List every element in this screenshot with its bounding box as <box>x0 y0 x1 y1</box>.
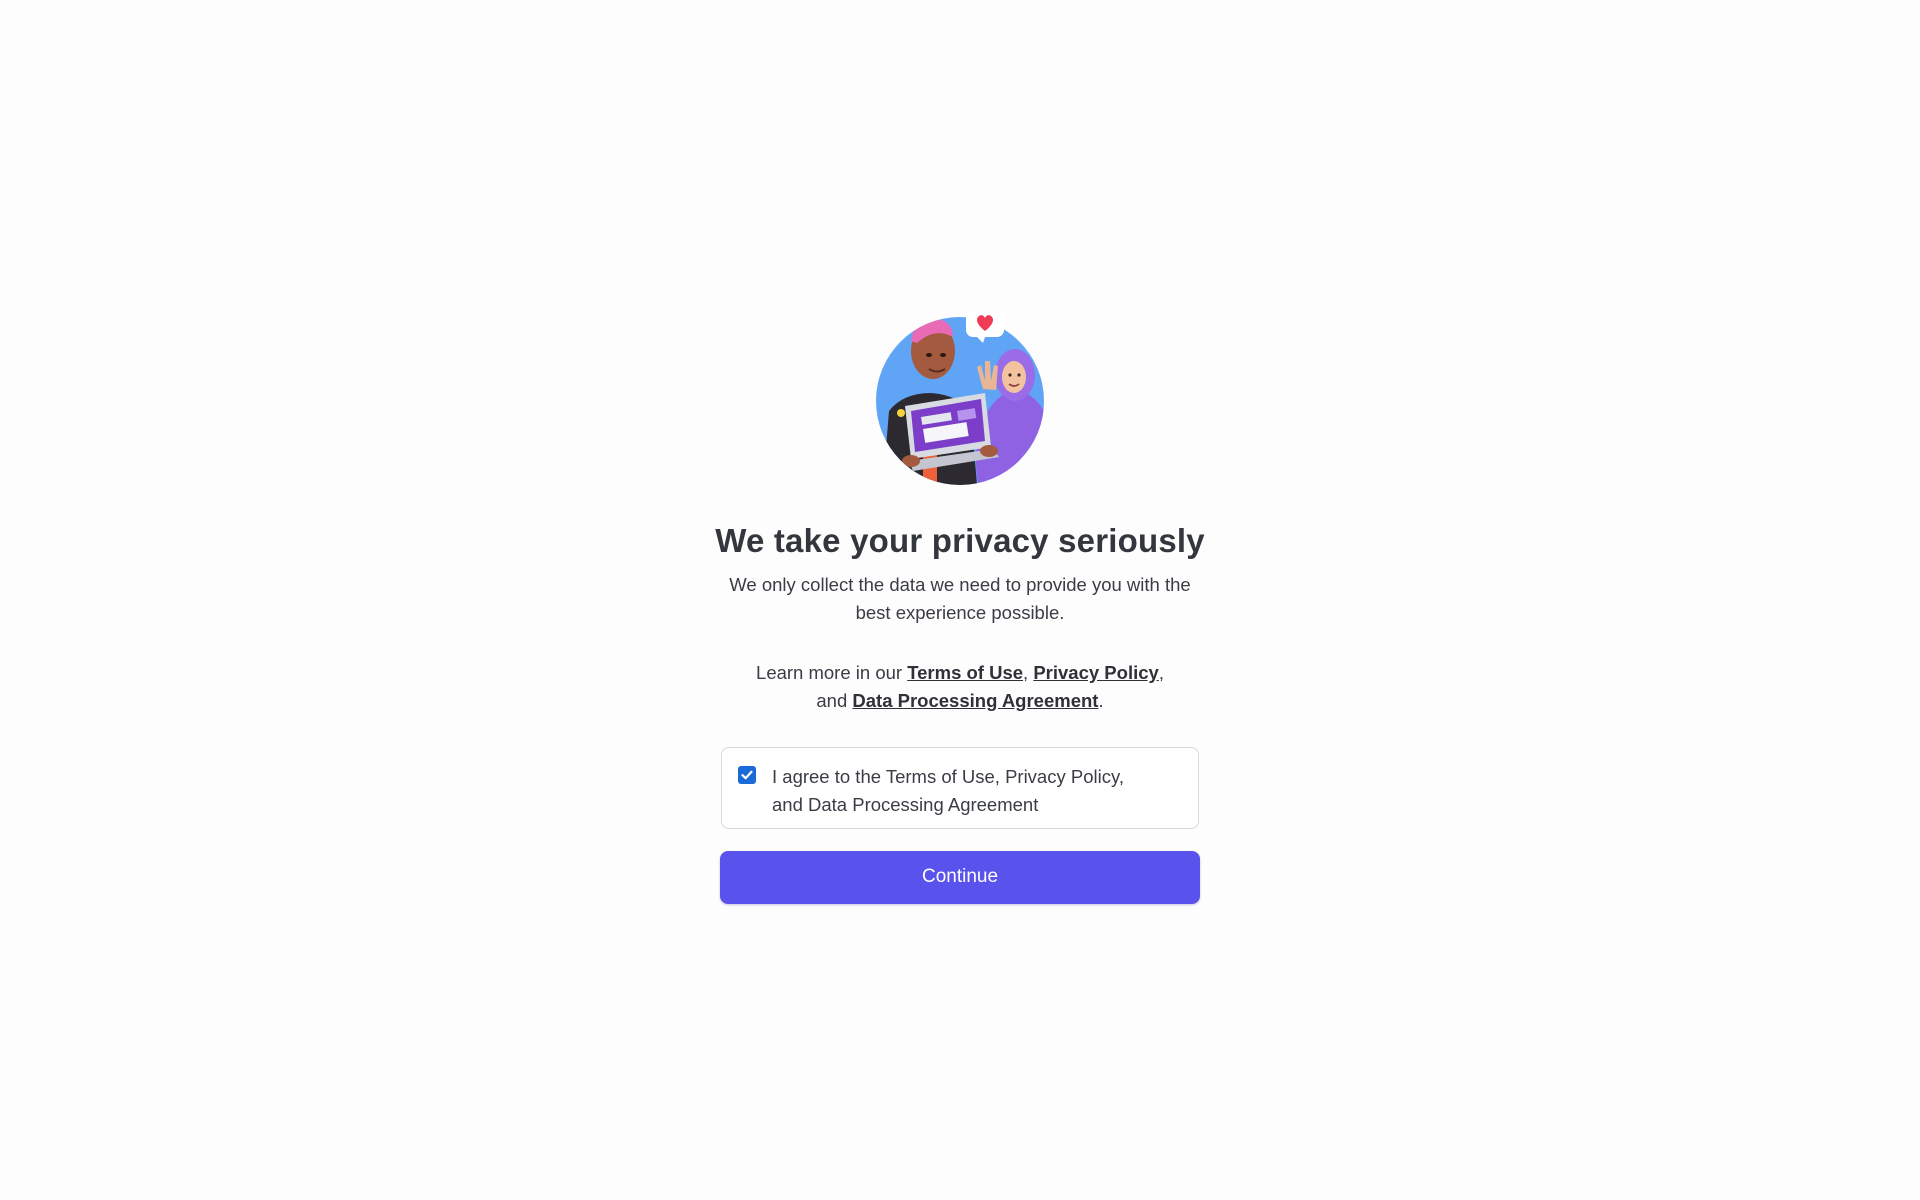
page: We take your privacy seriously We only c… <box>0 0 1920 1200</box>
agreement-label: I agree to the Terms of Use, Privacy Pol… <box>772 765 1124 815</box>
agreement-checkbox[interactable] <box>738 765 756 784</box>
learn-more-prefix: Learn more in our <box>756 661 908 683</box>
terms-of-use-link[interactable]: Terms of Use <box>907 662 1023 683</box>
hero-illustration <box>873 311 1047 485</box>
learn-more-text: Learn more in our Terms of Use, Privacy … <box>710 659 1210 715</box>
people-laptop-illustration-icon <box>876 311 1044 485</box>
continue-button[interactable]: Continue <box>720 850 1200 904</box>
privacy-description: We only collect the data we need to prov… <box>729 573 1191 623</box>
data-processing-agreement-link[interactable]: Data Processing Agreement <box>852 690 1098 711</box>
checkmark-icon <box>741 770 753 779</box>
learn-more-separator: , <box>1158 661 1164 683</box>
learn-more-and: and <box>816 689 853 711</box>
privacy-consent-panel: We take your privacy seriously We only c… <box>0 0 1920 904</box>
privacy-policy-link[interactable]: Privacy Policy <box>1033 662 1158 683</box>
agreement-checkbox-container[interactable]: I agree to the Terms of Use, Privacy Pol… <box>721 746 1199 829</box>
learn-more-suffix: . <box>1098 689 1104 711</box>
page-title: We take your privacy seriously <box>715 522 1205 559</box>
learn-more-separator: , <box>1023 661 1034 683</box>
